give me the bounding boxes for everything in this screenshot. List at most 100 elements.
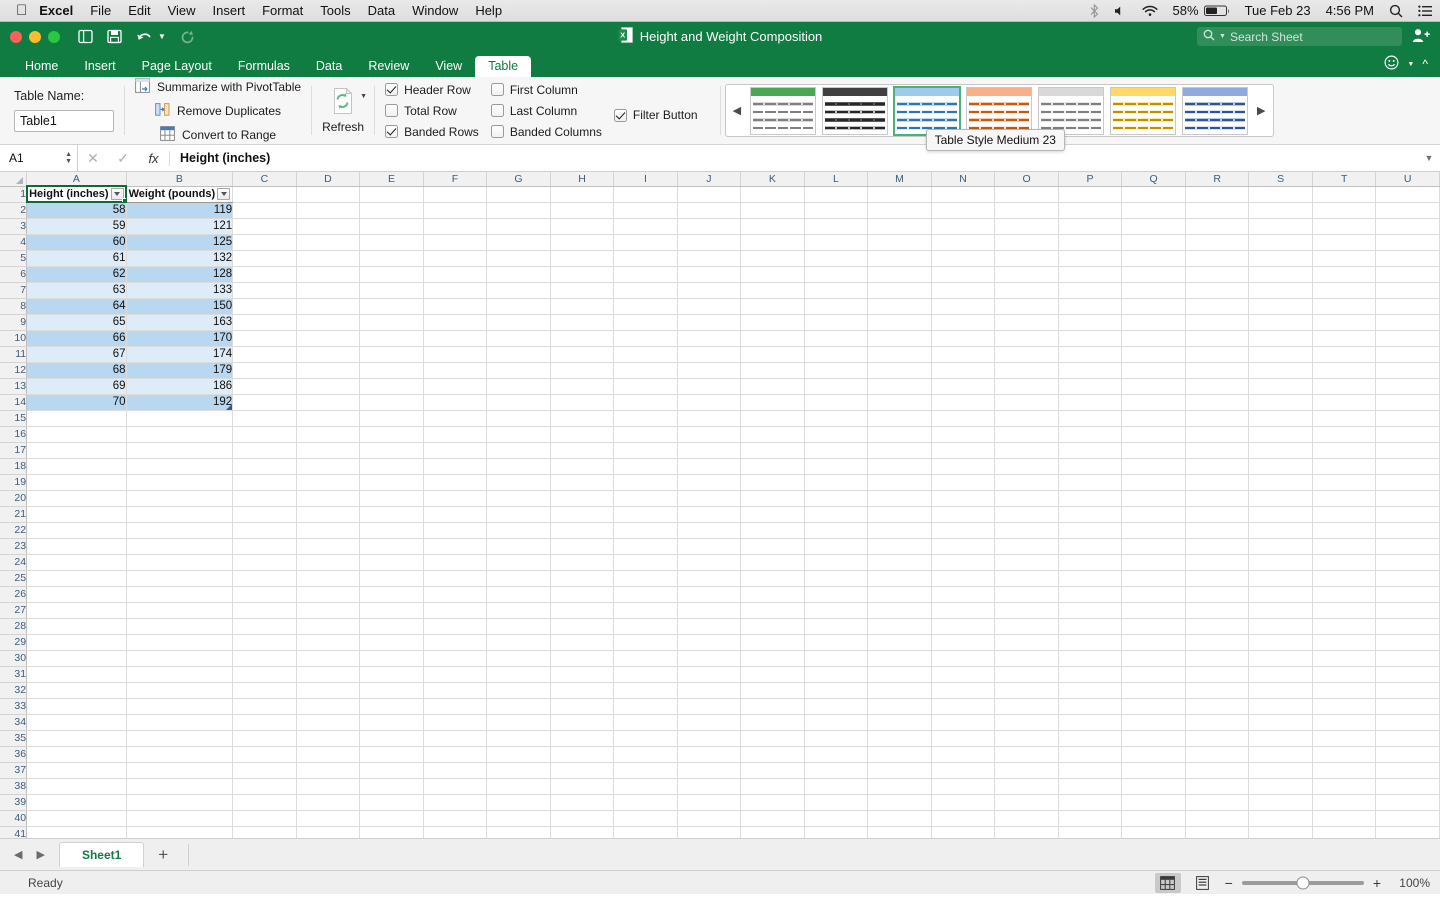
cell-I26[interactable] xyxy=(613,586,678,603)
cell-C4[interactable] xyxy=(232,234,297,251)
cell-S40[interactable] xyxy=(1248,810,1313,827)
cell-K18[interactable] xyxy=(740,458,805,475)
cell-T7[interactable] xyxy=(1312,282,1377,299)
cell-C17[interactable] xyxy=(232,442,297,459)
cell-G10[interactable] xyxy=(486,330,551,347)
cell-B6[interactable]: 128 xyxy=(126,266,234,283)
cell-O1[interactable] xyxy=(994,186,1059,203)
cell-T25[interactable] xyxy=(1312,570,1377,587)
cell-C11[interactable] xyxy=(232,346,297,363)
cell-S17[interactable] xyxy=(1248,442,1313,459)
cell-H18[interactable] xyxy=(550,458,615,475)
cell-L36[interactable] xyxy=(804,746,869,763)
cell-M41[interactable] xyxy=(867,826,932,838)
row-header-16[interactable]: 16 xyxy=(0,426,28,443)
cell-E22[interactable] xyxy=(359,522,424,539)
row-header-2[interactable]: 2 xyxy=(0,202,28,219)
name-box-spinner-icon[interactable]: ▲ ▼ xyxy=(65,151,72,165)
cell-A39[interactable] xyxy=(26,794,127,811)
cell-S34[interactable] xyxy=(1248,714,1313,731)
spinner-up-icon[interactable]: ▲ xyxy=(65,151,72,158)
tab-home[interactable]: Home xyxy=(12,56,71,78)
row-header-12[interactable]: 12 xyxy=(0,362,28,379)
cell-A21[interactable] xyxy=(26,506,127,523)
cell-S19[interactable] xyxy=(1248,474,1313,491)
cell-N28[interactable] xyxy=(931,618,996,635)
cell-D39[interactable] xyxy=(296,794,361,811)
cell-B10[interactable]: 170 xyxy=(126,330,234,347)
cell-G16[interactable] xyxy=(486,426,551,443)
column-header-Q[interactable]: Q xyxy=(1121,172,1186,187)
cell-Q23[interactable] xyxy=(1121,538,1186,555)
cell-Q32[interactable] xyxy=(1121,682,1186,699)
cell-H1[interactable] xyxy=(550,186,615,203)
menu-item-help[interactable]: Help xyxy=(475,3,502,18)
cell-R1[interactable] xyxy=(1185,186,1250,203)
cell-A36[interactable] xyxy=(26,746,127,763)
cancel-entry-icon[interactable]: ✕ xyxy=(78,150,108,167)
cell-P40[interactable] xyxy=(1058,810,1123,827)
cell-T28[interactable] xyxy=(1312,618,1377,635)
cell-C41[interactable] xyxy=(232,826,297,838)
cell-D13[interactable] xyxy=(296,378,361,395)
cell-U17[interactable] xyxy=(1375,442,1440,459)
previous-sheet-arrow[interactable]: ◀ xyxy=(8,848,28,861)
cell-R36[interactable] xyxy=(1185,746,1250,763)
cell-D24[interactable] xyxy=(296,554,361,571)
cell-H31[interactable] xyxy=(550,666,615,683)
cell-D40[interactable] xyxy=(296,810,361,827)
row-header-7[interactable]: 7 xyxy=(0,282,28,299)
menu-item-data[interactable]: Data xyxy=(368,3,395,18)
column-header-D[interactable]: D xyxy=(296,172,361,187)
cell-E8[interactable] xyxy=(359,298,424,315)
row-header-22[interactable]: 22 xyxy=(0,522,28,539)
cell-N41[interactable] xyxy=(931,826,996,838)
cell-I20[interactable] xyxy=(613,490,678,507)
cell-Q38[interactable] xyxy=(1121,778,1186,795)
cell-A1[interactable]: Height (inches) xyxy=(25,185,128,203)
cell-P39[interactable] xyxy=(1058,794,1123,811)
cell-N24[interactable] xyxy=(931,554,996,571)
cell-E18[interactable] xyxy=(359,458,424,475)
cell-I15[interactable] xyxy=(613,410,678,427)
cell-J38[interactable] xyxy=(677,778,742,795)
cell-L31[interactable] xyxy=(804,666,869,683)
cell-L4[interactable] xyxy=(804,234,869,251)
cell-J2[interactable] xyxy=(677,202,742,219)
cell-P13[interactable] xyxy=(1058,378,1123,395)
cell-E20[interactable] xyxy=(359,490,424,507)
row-header-26[interactable]: 26 xyxy=(0,586,28,603)
cell-S32[interactable] xyxy=(1248,682,1313,699)
cell-H40[interactable] xyxy=(550,810,615,827)
cell-R20[interactable] xyxy=(1185,490,1250,507)
cell-M40[interactable] xyxy=(867,810,932,827)
cell-H32[interactable] xyxy=(550,682,615,699)
cell-F15[interactable] xyxy=(423,410,488,427)
cell-D12[interactable] xyxy=(296,362,361,379)
cell-S39[interactable] xyxy=(1248,794,1313,811)
cell-O37[interactable] xyxy=(994,762,1059,779)
cell-U27[interactable] xyxy=(1375,602,1440,619)
minimize-window-button[interactable] xyxy=(29,30,41,43)
menu-item-tools[interactable]: Tools xyxy=(320,3,350,18)
cell-U41[interactable] xyxy=(1375,826,1440,838)
cell-Q5[interactable] xyxy=(1121,250,1186,267)
cell-M30[interactable] xyxy=(867,650,932,667)
cell-L1[interactable] xyxy=(804,186,869,203)
cell-K39[interactable] xyxy=(740,794,805,811)
cell-T9[interactable] xyxy=(1312,314,1377,331)
cell-N31[interactable] xyxy=(931,666,996,683)
cell-C15[interactable] xyxy=(232,410,297,427)
row-header-18[interactable]: 18 xyxy=(0,458,28,475)
cell-B27[interactable] xyxy=(126,602,234,619)
row-header-19[interactable]: 19 xyxy=(0,474,28,491)
cell-G7[interactable] xyxy=(486,282,551,299)
cell-J8[interactable] xyxy=(677,298,742,315)
cell-J39[interactable] xyxy=(677,794,742,811)
cell-S25[interactable] xyxy=(1248,570,1313,587)
cell-D1[interactable] xyxy=(296,186,361,203)
cell-H11[interactable] xyxy=(550,346,615,363)
cell-M32[interactable] xyxy=(867,682,932,699)
cell-O10[interactable] xyxy=(994,330,1059,347)
column-header-T[interactable]: T xyxy=(1312,172,1377,187)
